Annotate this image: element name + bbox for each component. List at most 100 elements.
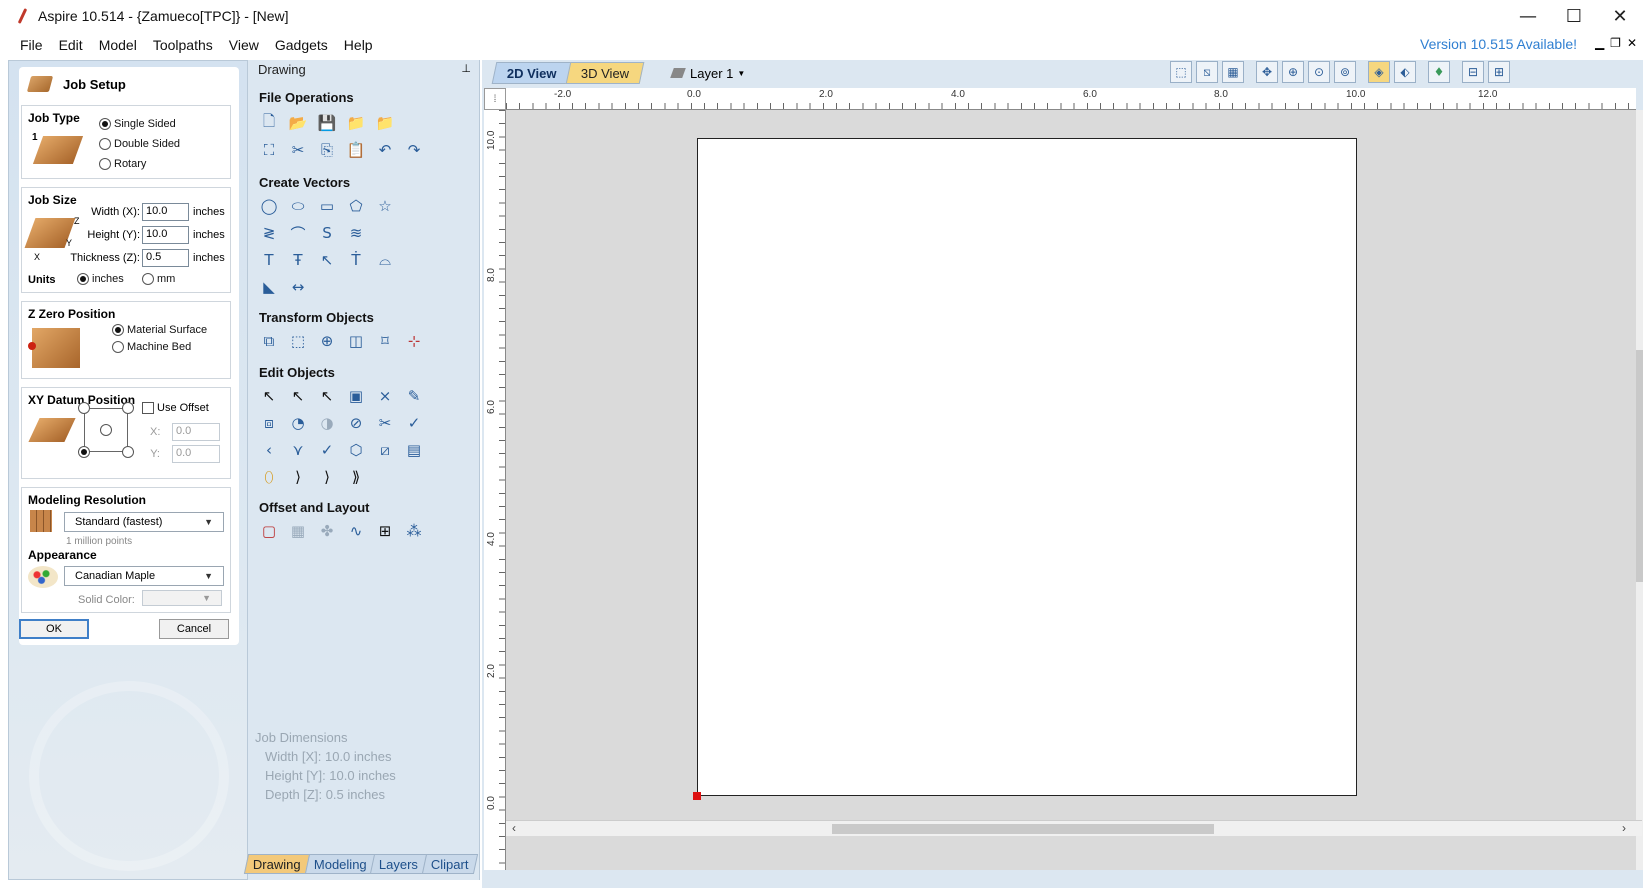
- array-copy-icon[interactable]: ▦: [287, 520, 309, 542]
- menu-edit[interactable]: Edit: [51, 37, 91, 53]
- copy-icon[interactable]: ⎘: [316, 139, 338, 161]
- join-open-icon[interactable]: ‹: [258, 439, 280, 461]
- horizontal-scroll-thumb[interactable]: [832, 824, 1214, 834]
- smooth-icon[interactable]: ✓: [316, 439, 338, 461]
- auto-nest-icon[interactable]: ⁂: [403, 520, 425, 542]
- zoom-box-icon[interactable]: ⬚: [1170, 61, 1192, 83]
- datum-bottom-left-radio[interactable]: [78, 446, 93, 458]
- transform-pointer-icon[interactable]: ↖: [316, 385, 338, 407]
- auto-layout-text-icon[interactable]: Ŧ: [287, 249, 309, 271]
- text-arc-icon[interactable]: ⌓: [374, 249, 396, 271]
- datum-top-left-radio[interactable]: [78, 402, 93, 414]
- group-icon[interactable]: ▣: [345, 385, 367, 407]
- open-file-icon[interactable]: 📂: [287, 112, 309, 134]
- bitmap-trace-icon[interactable]: ▤: [403, 439, 425, 461]
- bend-text-icon[interactable]: Ṫ: [345, 249, 367, 271]
- circular-array-icon[interactable]: ✤: [316, 520, 338, 542]
- fillet-icon[interactable]: ⊘: [345, 412, 367, 434]
- horizontal-scrollbar[interactable]: ‹ ›: [506, 820, 1642, 836]
- zoom-material-icon[interactable]: ⊚: [1334, 61, 1356, 83]
- offset-y-input[interactable]: 0.0: [172, 445, 220, 463]
- scroll-left-icon[interactable]: ‹: [512, 821, 516, 835]
- vertical-scroll-thumb[interactable]: [1636, 350, 1643, 582]
- ruler-corner[interactable]: ⁞: [484, 88, 506, 110]
- circle-icon[interactable]: ◯: [258, 195, 280, 217]
- maximize-button[interactable]: ☐: [1551, 0, 1597, 32]
- menu-model[interactable]: Model: [91, 37, 145, 53]
- tab-2d-view[interactable]: 2D View: [491, 62, 572, 84]
- break-vector-icon[interactable]: ⟫: [345, 466, 367, 488]
- nest-parts-icon[interactable]: ⊞: [374, 520, 396, 542]
- select-all-icon[interactable]: ⛶: [258, 139, 280, 161]
- single-sided-radio[interactable]: Single Sided: [99, 118, 176, 130]
- material-surface-radio[interactable]: Material Surface: [112, 324, 207, 336]
- layer-select[interactable]: Layer 1 ▼: [670, 62, 745, 84]
- width-input[interactable]: 10.0: [142, 203, 189, 221]
- vector-texture-icon[interactable]: ✎: [403, 385, 425, 407]
- grid-icon[interactable]: ▦: [1222, 61, 1244, 83]
- curve-icon[interactable]: S: [316, 222, 338, 244]
- text-on-curve-icon[interactable]: ↖: [316, 249, 338, 271]
- split-horizontal-icon[interactable]: ⊟: [1462, 61, 1484, 83]
- undo-icon[interactable]: ↶: [374, 139, 396, 161]
- extend-vector-icon[interactable]: ⟩: [316, 466, 338, 488]
- polygon-icon[interactable]: ⬠: [345, 195, 367, 217]
- tab-modeling[interactable]: Modeling: [304, 854, 376, 874]
- close-button[interactable]: ✕: [1597, 0, 1643, 32]
- offset-vector-icon[interactable]: ▢: [258, 520, 280, 542]
- menu-help[interactable]: Help: [336, 37, 381, 53]
- height-input[interactable]: 10.0: [142, 226, 189, 244]
- zoom-extents-icon[interactable]: ⊙: [1308, 61, 1330, 83]
- material-sheet[interactable]: [697, 138, 1357, 796]
- center-icon[interactable]: ⊹: [403, 330, 425, 352]
- save-file-icon[interactable]: 💾: [316, 112, 338, 134]
- tab-3d-view[interactable]: 3D View: [565, 62, 645, 84]
- datum-bottom-right-radio[interactable]: [122, 446, 137, 458]
- subtract-icon[interactable]: ◔: [287, 412, 309, 434]
- copy-along-vector-icon[interactable]: ∿: [345, 520, 367, 542]
- tab-layers[interactable]: Layers: [370, 854, 428, 874]
- units-inches-radio[interactable]: inches: [77, 273, 124, 285]
- menu-toolpaths[interactable]: Toolpaths: [145, 37, 221, 53]
- open-folder-icon[interactable]: 📁: [345, 112, 367, 134]
- move-icon[interactable]: ⧉: [258, 330, 280, 352]
- rotary-radio[interactable]: Rotary: [99, 158, 146, 170]
- paste-icon[interactable]: 📋: [345, 139, 367, 161]
- cancel-button[interactable]: Cancel: [159, 619, 229, 639]
- offset-icon[interactable]: ⬡: [345, 439, 367, 461]
- align-icon[interactable]: ⊕: [316, 330, 338, 352]
- drawing-options-icon[interactable]: ⬖: [1394, 61, 1416, 83]
- polyline-icon[interactable]: ≷: [258, 222, 280, 244]
- ungroup-icon[interactable]: ⨯: [374, 385, 396, 407]
- material-select[interactable]: Canadian Maple ▼: [64, 566, 224, 586]
- text-icon[interactable]: T: [258, 249, 280, 271]
- cut-icon[interactable]: ✂: [287, 139, 309, 161]
- join-vectors-icon[interactable]: ⋎: [287, 439, 309, 461]
- snap-icon[interactable]: ⧅: [1196, 61, 1218, 83]
- dimension-icon[interactable]: ◣: [258, 276, 280, 298]
- star-icon[interactable]: ☆: [374, 195, 396, 217]
- scroll-right-icon[interactable]: ›: [1622, 821, 1626, 835]
- trim-icon[interactable]: ✂: [374, 412, 396, 434]
- mdi-restore-icon[interactable]: ❐: [1610, 36, 1621, 50]
- vertical-scrollbar[interactable]: [1636, 110, 1643, 870]
- close-vector-icon[interactable]: ⟩: [287, 466, 309, 488]
- distort-icon[interactable]: ⌑: [374, 330, 396, 352]
- tab-clipart[interactable]: Clipart: [422, 854, 479, 874]
- tab-drawing[interactable]: Drawing: [243, 854, 310, 874]
- drawing-canvas[interactable]: [506, 110, 1636, 870]
- menu-file[interactable]: File: [12, 37, 51, 53]
- machine-bed-radio[interactable]: Machine Bed: [112, 341, 191, 353]
- solid-color-select[interactable]: ▼: [142, 590, 222, 606]
- trim-extend-icon[interactable]: ✓: [403, 412, 425, 434]
- model-shade-icon[interactable]: ♦: [1428, 61, 1450, 83]
- rectangle-icon[interactable]: ▭: [316, 195, 338, 217]
- offset-x-input[interactable]: 0.0: [172, 423, 220, 441]
- mdi-minimize-icon[interactable]: ▁: [1595, 36, 1604, 50]
- menu-gadgets[interactable]: Gadgets: [267, 37, 336, 53]
- node-edit-icon[interactable]: ↖: [287, 385, 309, 407]
- minimize-button[interactable]: —: [1505, 0, 1551, 32]
- select-pointer-icon[interactable]: ↖: [258, 385, 280, 407]
- curve-fit-icon[interactable]: ⧄: [374, 439, 396, 461]
- new-file-icon[interactable]: 🗋: [258, 112, 280, 134]
